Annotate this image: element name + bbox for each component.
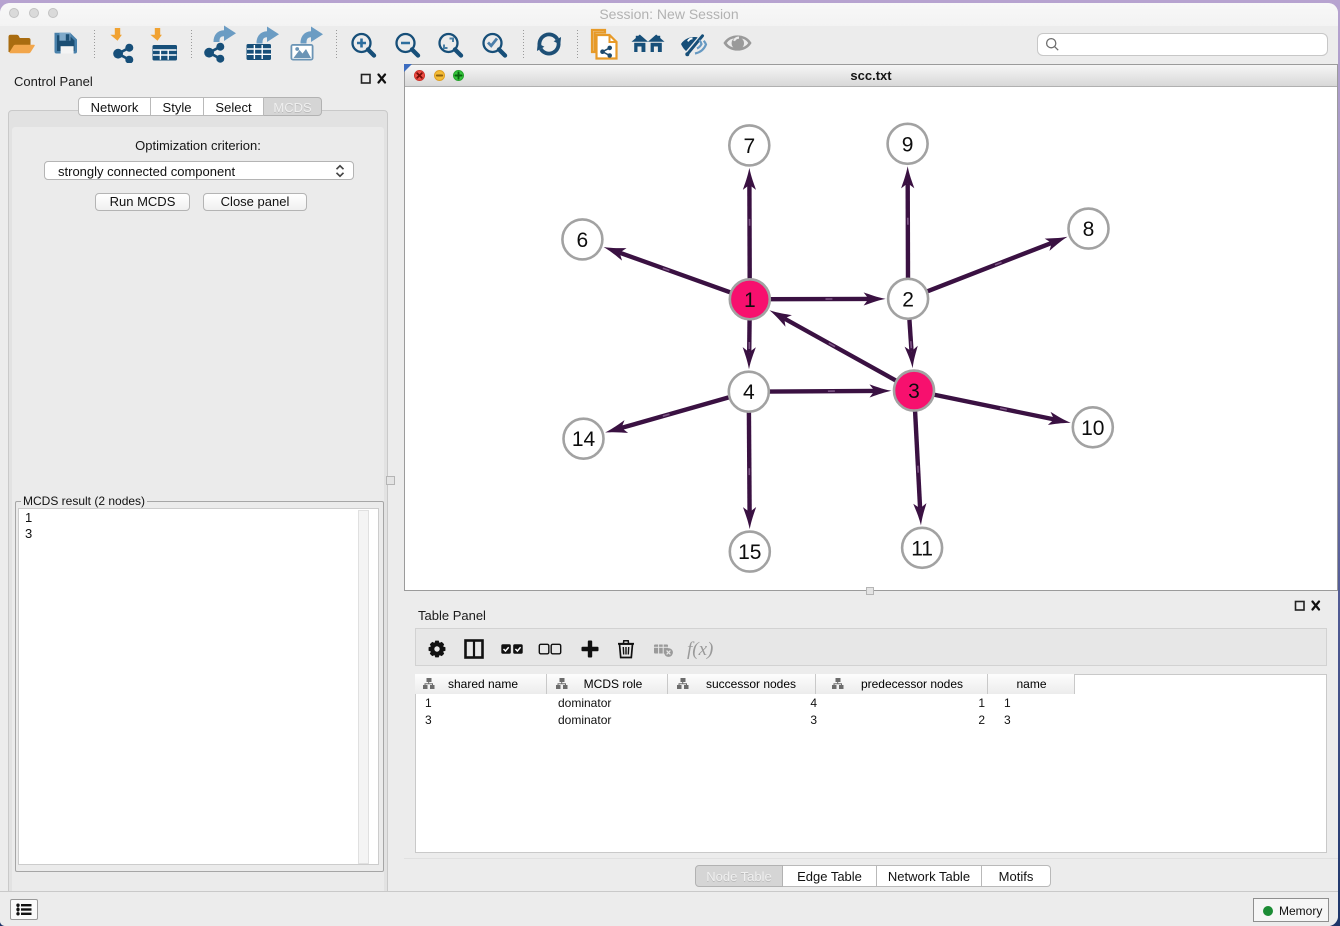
svg-text:8: 8 <box>1083 218 1095 241</box>
svg-text:2: 2 <box>902 288 914 311</box>
svg-text:1: 1 <box>744 289 756 312</box>
svg-text:f(x): f(x) <box>687 639 713 660</box>
svg-text:10: 10 <box>1081 417 1104 440</box>
svg-text:6: 6 <box>577 229 589 252</box>
svg-text:15: 15 <box>738 541 761 564</box>
svg-text:4: 4 <box>743 381 755 404</box>
svg-text:14: 14 <box>572 428 596 451</box>
svg-text:7: 7 <box>743 135 755 158</box>
svg-text:3: 3 <box>908 380 920 403</box>
svg-text:11: 11 <box>911 537 933 560</box>
svg-text:9: 9 <box>902 133 914 156</box>
